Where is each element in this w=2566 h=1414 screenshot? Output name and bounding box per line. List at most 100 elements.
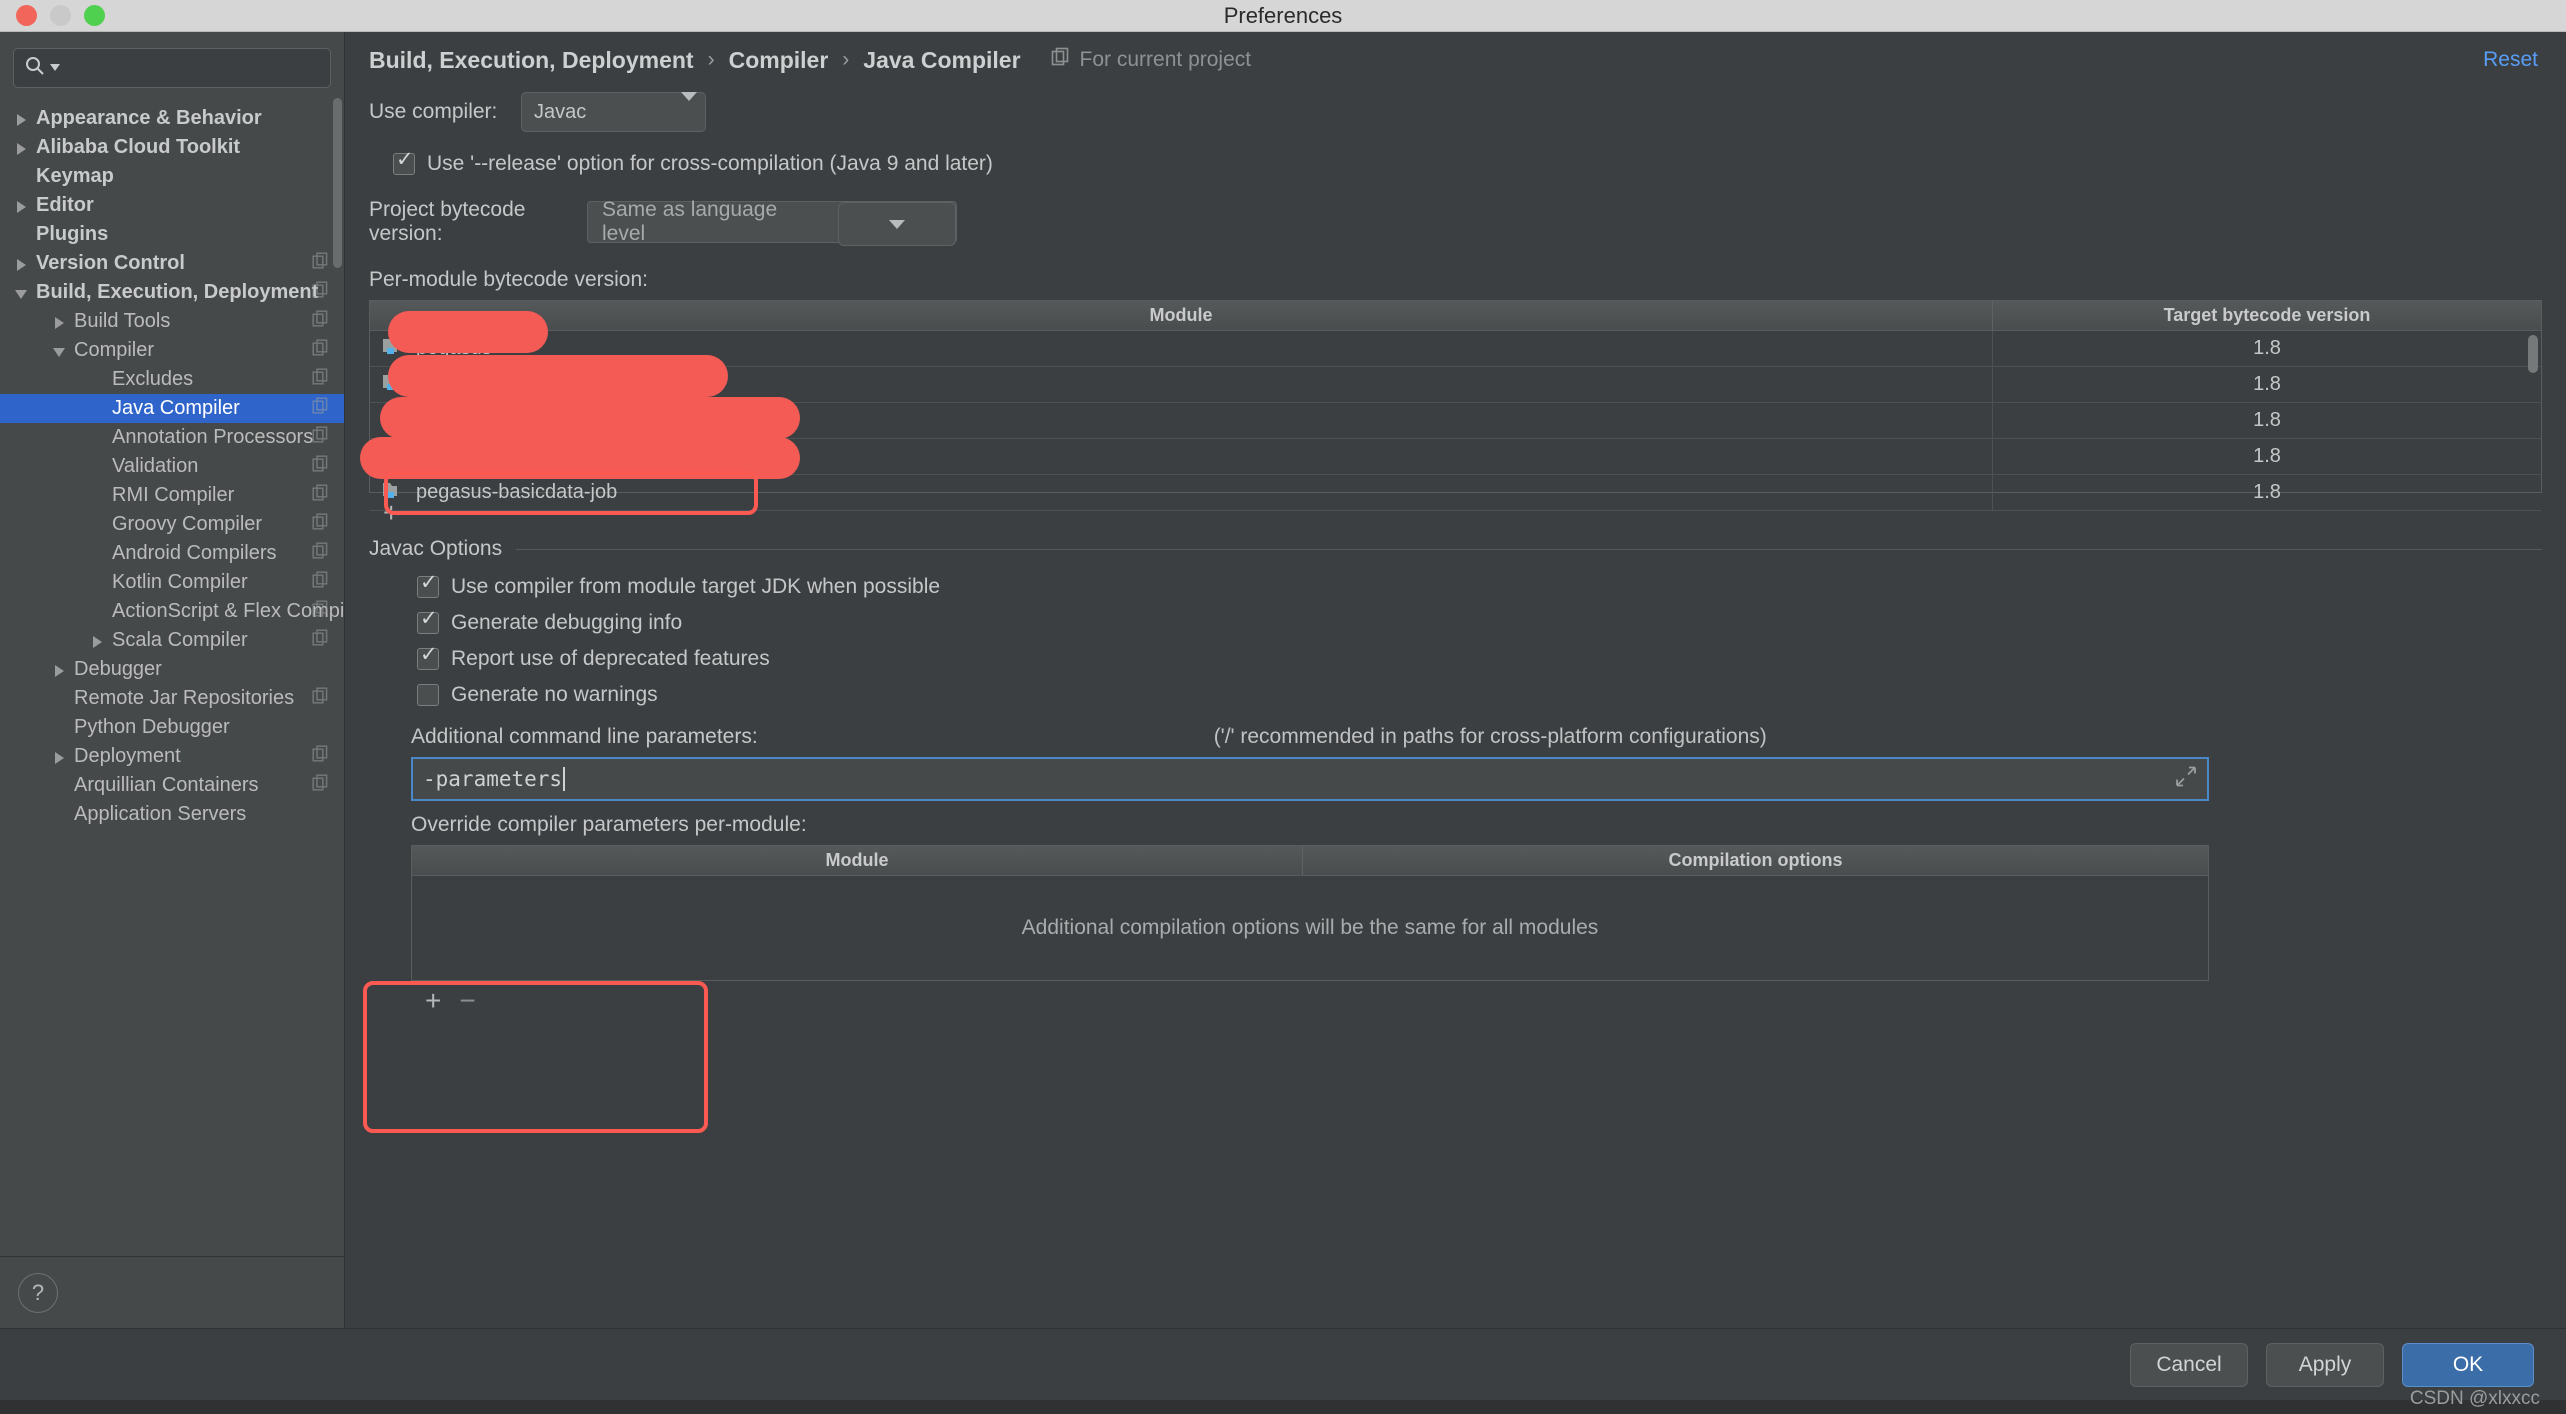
javac-option-row[interactable]: Use compiler from module target JDK when… [417,572,2542,599]
sidebar-item-deployment[interactable]: Deployment [0,742,344,771]
column-header-target-bytecode[interactable]: Target bytecode version [1992,301,2541,330]
additional-params-input[interactable]: -parameters [411,757,2209,801]
column-header-module[interactable]: Module [412,846,1302,875]
chevron-right-icon[interactable] [14,256,30,272]
per-module-table[interactable]: Module Target bytecode version pegasus1.… [360,300,2542,515]
sidebar-item-groovy-compiler[interactable]: Groovy Compiler [0,510,344,539]
sidebar-item-application-servers[interactable]: Application Servers [0,800,344,829]
breadcrumb-item-0[interactable]: Build, Execution, Deployment [369,47,694,74]
redaction-overlay [360,437,800,479]
remove-override-button[interactable]: − [459,987,475,1015]
javac-option-row[interactable]: Report use of deprecated features [417,644,2542,671]
cancel-button[interactable]: Cancel [2130,1342,2248,1387]
reset-link[interactable]: Reset [2483,48,2538,72]
javac-option-checkbox[interactable] [417,572,439,598]
project-bytecode-label: Project bytecode version: [369,198,526,245]
chevron-down-icon[interactable] [838,202,956,246]
copy-icon [312,367,330,392]
chevron-right-icon[interactable] [52,314,68,330]
sidebar-item-rmi-compiler[interactable]: RMI Compiler [0,481,344,510]
chevron-right-icon[interactable] [14,140,30,156]
sidebar-item-annotation-processors[interactable]: Annotation Processors [0,423,344,452]
sidebar-item-appearance-behavior[interactable]: Appearance & Behavior [0,104,344,133]
java-compiler-panel: Use compiler: Javac Use '--release' opti… [345,88,2566,1328]
sidebar-item-plugins[interactable]: Plugins [0,220,344,249]
chevron-right-icon[interactable] [14,198,30,214]
sidebar-item-alibaba-cloud-toolkit[interactable]: Alibaba Cloud Toolkit [0,133,344,162]
per-module-table-scrollbar[interactable] [2528,335,2538,373]
sidebar-scrollbar[interactable] [333,98,342,268]
target-bytecode-cell[interactable]: 1.8 [1992,367,2541,402]
sidebar-item-keymap[interactable]: Keymap [0,162,344,191]
target-bytecode-cell[interactable]: 1.8 [1992,403,2541,438]
sidebar-item-label: Arquillian Containers [74,774,259,796]
sidebar-item-excludes[interactable]: Excludes [0,365,344,394]
sidebar-item-label: RMI Compiler [112,484,235,506]
copy-icon [312,686,330,711]
sidebar-item-actionscript-flex-compiler[interactable]: ActionScript & Flex Compiler [0,597,344,626]
sidebar-item-android-compilers[interactable]: Android Compilers [0,539,344,568]
search-container [0,32,344,96]
search-input[interactable] [13,48,331,88]
chevron-down-icon[interactable] [50,59,60,77]
javac-option-checkbox[interactable] [417,608,439,634]
javac-option-checkbox[interactable] [417,684,439,706]
sidebar-item-debugger[interactable]: Debugger [0,655,344,684]
sidebar-item-label: Deployment [74,745,181,767]
chevron-right-icon[interactable] [52,662,68,678]
release-option-row[interactable]: Use '--release' option for cross-compila… [369,149,2542,176]
expand-icon[interactable] [2175,766,2197,793]
chevron-right-icon[interactable] [52,749,68,765]
sidebar-item-build-execution-deployment[interactable]: Build, Execution, Deployment [0,278,344,307]
target-bytecode-cell[interactable]: 1.8 [1992,475,2541,510]
sidebar-item-kotlin-compiler[interactable]: Kotlin Compiler [0,568,344,597]
sidebar-item-label: Plugins [36,223,109,245]
column-header-compilation-options[interactable]: Compilation options [1302,846,2208,875]
preferences-window: Preferences Appearance & Behavior Alibab… [0,0,2566,1414]
javac-option-row[interactable]: Generate debugging info [417,608,2542,635]
target-bytecode-cell[interactable]: 1.8 [1992,439,2541,474]
add-override-button[interactable]: + [425,987,441,1015]
sidebar-item-java-compiler[interactable]: Java Compiler [0,394,344,423]
sidebar-item-arquillian-containers[interactable]: Arquillian Containers [0,771,344,800]
chevron-down-icon[interactable] [14,285,30,301]
sidebar-item-validation[interactable]: Validation [0,452,344,481]
javac-option-row[interactable]: Generate no warnings [417,683,2542,707]
target-bytecode-cell[interactable]: 1.8 [1992,331,2541,366]
breadcrumb-item-1[interactable]: Compiler [729,47,829,74]
project-bytecode-select[interactable]: Same as language level [587,198,957,246]
sidebar-item-label: Alibaba Cloud Toolkit [36,136,241,158]
javac-option-checkbox[interactable] [417,644,439,670]
sidebar-item-remote-jar-repositories[interactable]: Remote Jar Repositories [0,684,344,713]
table-row[interactable]: pegasus-basicdata-job 1.8 [370,475,2541,511]
close-window-button[interactable] [16,5,37,26]
sidebar-item-scala-compiler[interactable]: Scala Compiler [0,626,344,655]
chevron-right-icon[interactable] [14,111,30,127]
breadcrumb-separator: › [707,48,715,71]
sidebar-item-label: Scala Compiler [112,629,248,651]
sidebar-item-editor[interactable]: Editor [0,191,344,220]
sidebar-item-build-tools[interactable]: Build Tools [0,307,344,336]
chevron-right-icon[interactable] [90,633,106,649]
maximize-window-button[interactable] [84,5,105,26]
release-option-checkbox[interactable] [393,149,415,175]
sidebar-item-label: Debugger [74,658,162,680]
ok-button[interactable]: OK [2402,1342,2534,1387]
help-button[interactable]: ? [18,1272,58,1313]
chevron-down-icon[interactable] [52,343,68,359]
copy-icon [312,570,330,595]
settings-tree[interactable]: Appearance & Behavior Alibaba Cloud Toolk… [0,96,344,1256]
minimize-window-button[interactable] [50,5,71,26]
use-compiler-select[interactable]: Javac [521,91,706,132]
sidebar-item-compiler[interactable]: Compiler [0,336,344,365]
sidebar-item-version-control[interactable]: Version Control [0,249,344,278]
override-table[interactable]: Module Compilation options Additional co… [411,845,2209,981]
javac-option-label: Generate debugging info [451,611,683,634]
copy-icon [312,599,330,624]
sidebar-item-python-debugger[interactable]: Python Debugger [0,713,344,742]
column-header-module[interactable]: Module [370,301,1992,330]
apply-button[interactable]: Apply [2266,1342,2384,1387]
